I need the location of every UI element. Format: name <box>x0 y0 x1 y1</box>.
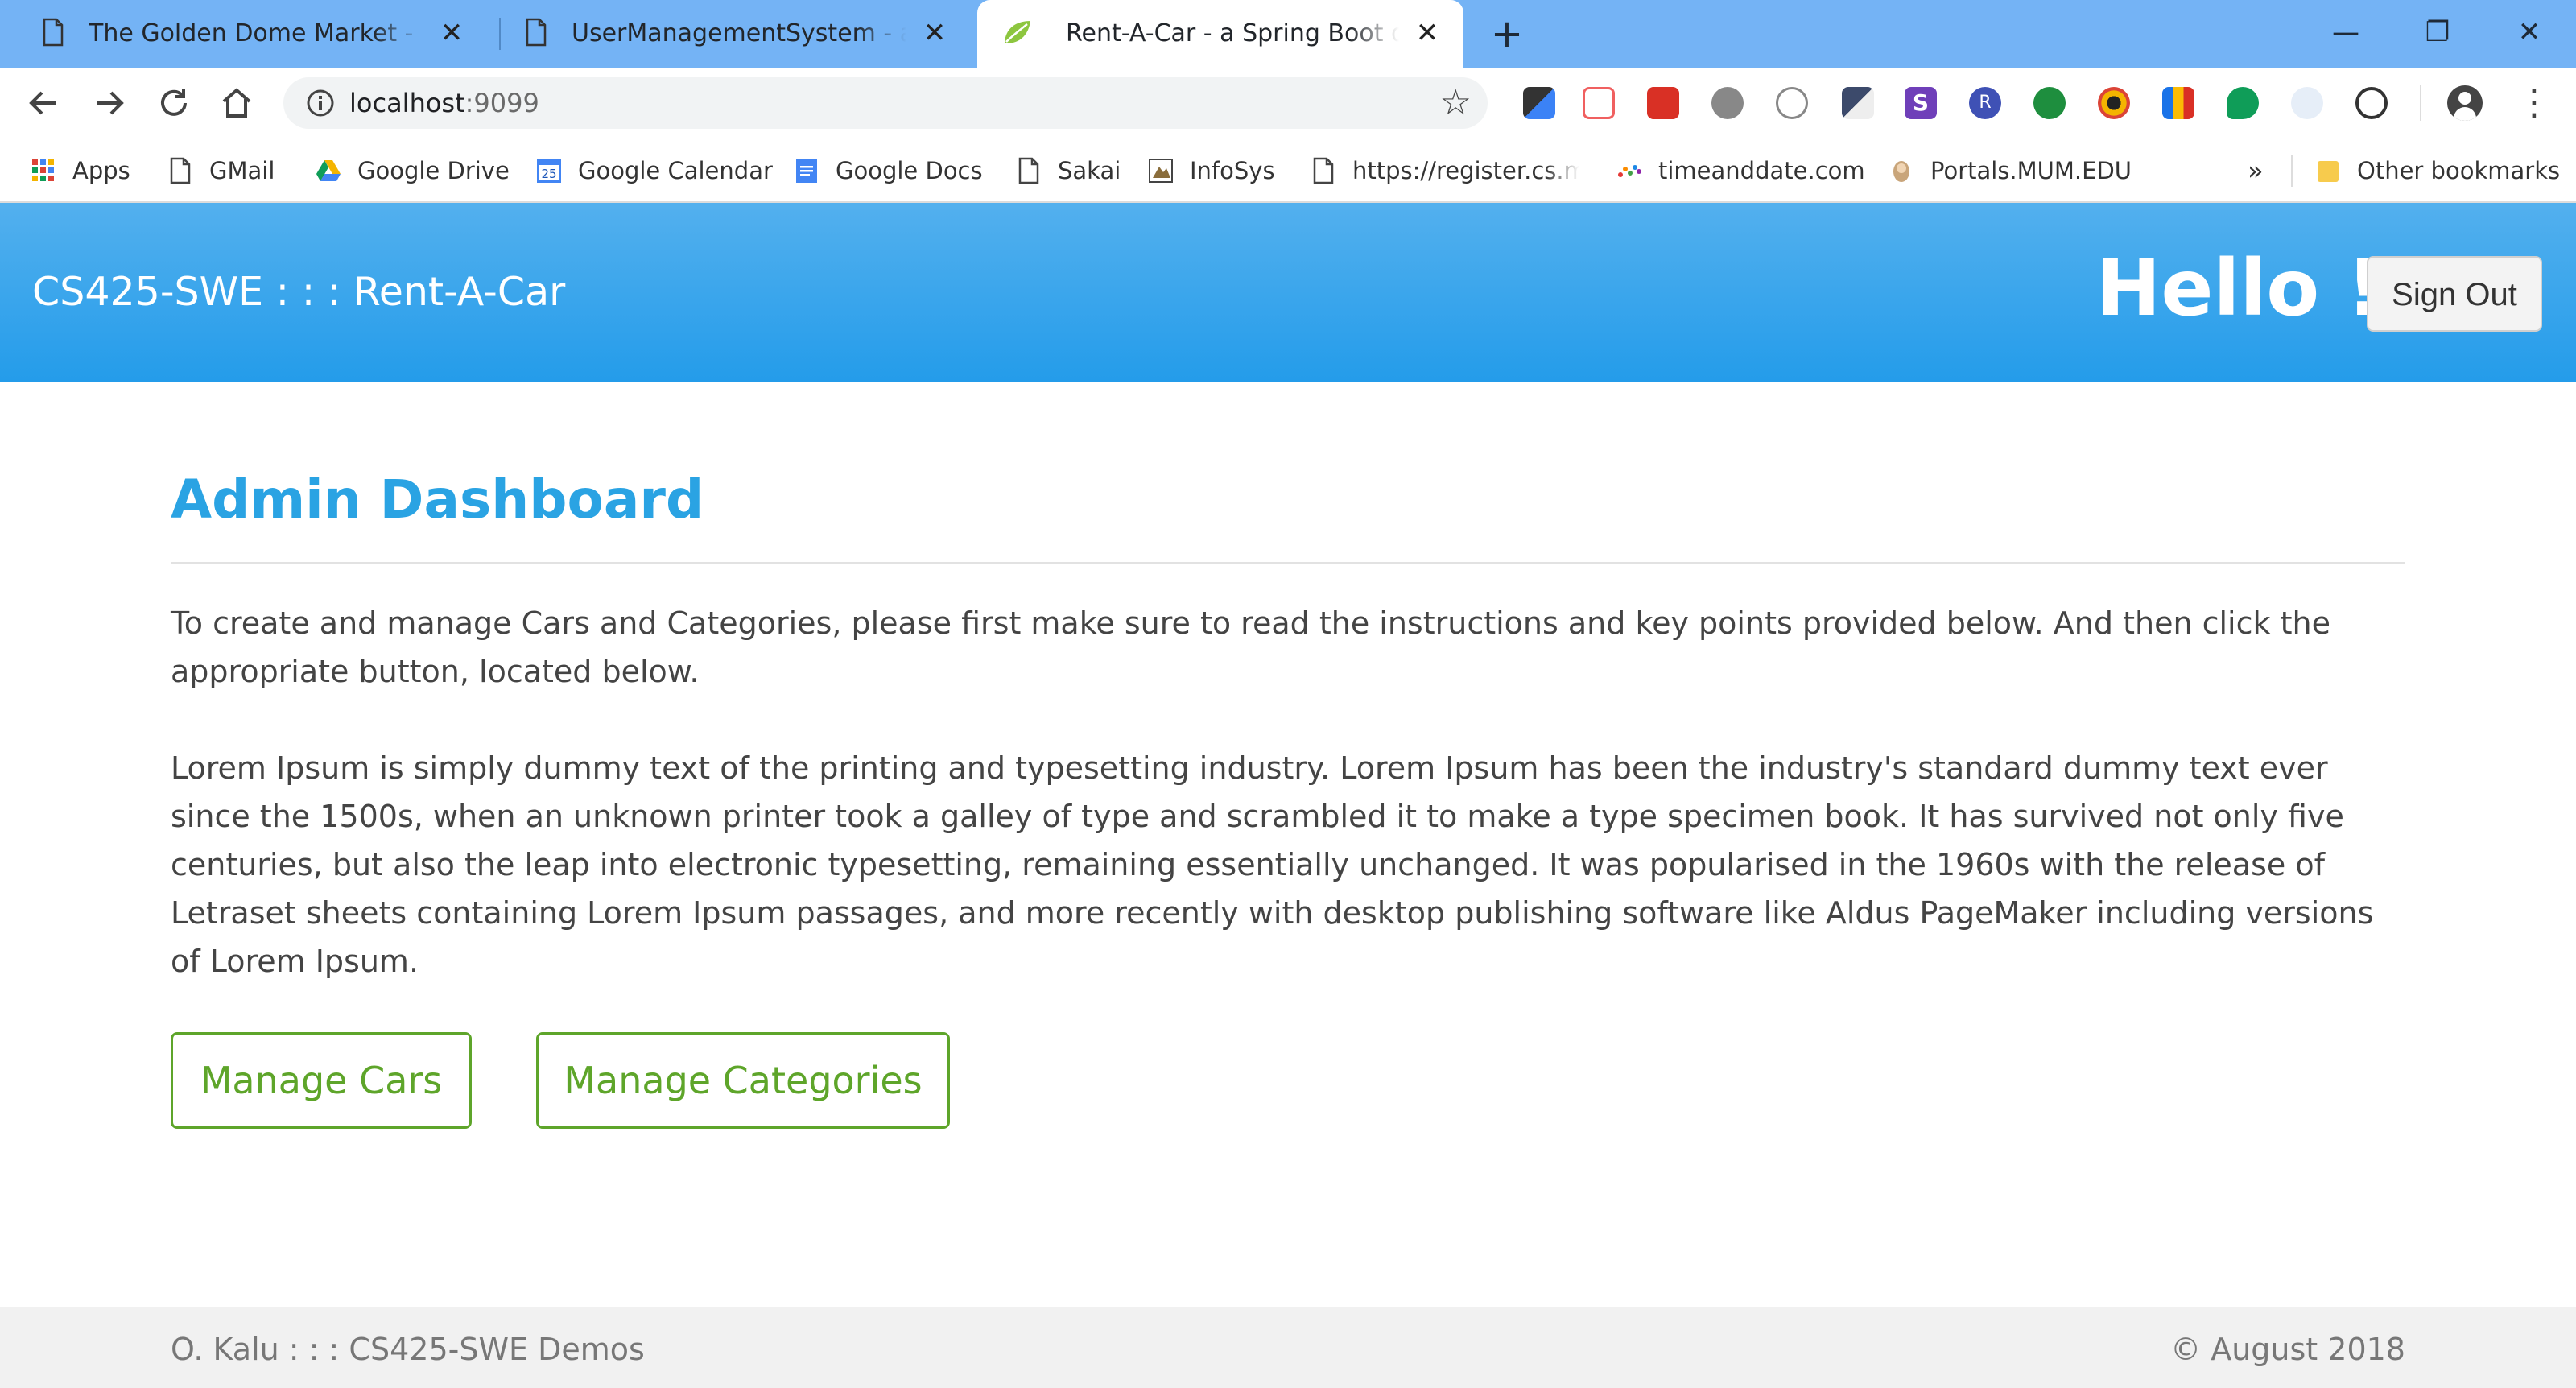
tab-title: UserManagementSystem - a cust <box>572 19 906 48</box>
arrow-extension-icon[interactable] <box>1583 87 1615 119</box>
portal-icon <box>1893 161 1909 182</box>
bookmark-gmail[interactable]: GMail <box>167 153 275 188</box>
tab-rent-a-car[interactable]: Rent-A-Car - a Spring Boot demo ✕ <box>977 0 1463 68</box>
bookmarks-divider <box>2291 155 2293 187</box>
search-green-extension-icon[interactable] <box>2033 87 2066 119</box>
toolbar-divider <box>2420 85 2421 121</box>
address-bar[interactable]: localhost:9099 ☆ <box>283 77 1488 129</box>
svg-text:25: 25 <box>541 167 556 181</box>
chat-extension-icon[interactable] <box>2227 87 2259 119</box>
bookmark-label: Sakai <box>1058 157 1121 184</box>
bookmark-timeanddate[interactable]: timeanddate.com <box>1616 153 1865 188</box>
page-icon <box>1313 157 1334 184</box>
gear-extension-icon[interactable] <box>1711 87 1744 119</box>
bookmark-label: https://register.cs.mu <box>1352 157 1579 184</box>
flag-extension-icon[interactable] <box>2162 87 2194 119</box>
bookmark-label: Other bookmarks <box>2357 157 2561 184</box>
color-picker-extension-icon[interactable] <box>2098 87 2130 119</box>
greeting: Hello ! <box>2096 243 2382 333</box>
infosys-icon <box>1149 159 1173 183</box>
bookmark-register[interactable]: https://register.cs.mu <box>1311 153 1579 188</box>
close-icon[interactable]: ✕ <box>921 19 948 47</box>
page-icon <box>43 18 64 47</box>
title-divider <box>171 562 2405 564</box>
timeanddate-icon <box>1618 165 1641 177</box>
page-title: Admin Dashboard <box>171 469 704 531</box>
new-tab-button[interactable]: + <box>1486 13 1528 55</box>
s-extension-icon[interactable]: S <box>1905 87 1937 119</box>
bookmark-label: GMail <box>209 157 275 184</box>
eyedropper-extension-icon[interactable] <box>1523 87 1555 119</box>
bookmark-google-calendar[interactable]: 25 Google Calendar <box>536 153 773 188</box>
tab-title: The Golden Dome Market - SRM <box>89 19 423 48</box>
bookmark-label: Google Calendar <box>578 157 773 184</box>
json-extension-icon[interactable] <box>1776 87 1808 119</box>
bookmark-infosys[interactable]: InfoSys <box>1148 153 1275 188</box>
lorem-text: Lorem Ipsum is simply dummy text of the … <box>171 750 2374 979</box>
bookmark-label: Apps <box>72 157 130 184</box>
sign-out-button[interactable]: Sign Out <box>2367 256 2542 332</box>
footer-copyright: © August 2018 <box>2170 1332 2405 1367</box>
app-navbar: CS425-SWE : : : Rent-A-Car Hello ! Sign … <box>0 203 2576 382</box>
bookmark-google-drive[interactable]: Google Drive <box>316 153 510 188</box>
profile-avatar-icon[interactable] <box>2447 85 2483 121</box>
bookmarks-overflow-button[interactable]: » <box>2248 153 2264 188</box>
snowflake-extension-icon[interactable] <box>2291 87 2323 119</box>
restore-button[interactable]: ❐ <box>2413 11 2462 53</box>
url-text[interactable]: localhost:9099 <box>349 85 539 121</box>
tab-strip: The Golden Dome Market - SRM ✕ UserManag… <box>0 0 2576 68</box>
bookmark-label: timeanddate.com <box>1658 157 1865 184</box>
tab-golden-dome[interactable]: The Golden Dome Market - SRM ✕ <box>0 0 488 68</box>
brand-link[interactable]: CS425-SWE : : : Rent-A-Car <box>32 269 565 315</box>
bookmarks-bar: Apps GMail Google Drive 25 Google Calend… <box>0 138 2576 203</box>
other-bookmarks-folder[interactable]: Other bookmarks <box>2315 153 2560 188</box>
picker-extension-icon[interactable] <box>1842 87 1874 119</box>
manage-categories-button[interactable]: Manage Categories <box>536 1032 950 1129</box>
url-host: localhost <box>349 88 465 118</box>
bookmark-label: Google Docs <box>836 157 983 184</box>
bookmark-label: Portals.MUM.EDU <box>1930 157 2132 184</box>
tab-title: Rent-A-Car - a Spring Boot demo <box>1066 19 1399 48</box>
browser-toolbar: localhost:9099 ☆ S R ⋮ <box>0 68 2576 138</box>
home-icon <box>222 88 251 118</box>
apps-grid-icon <box>32 159 54 181</box>
spring-leaf-icon <box>1005 21 1030 43</box>
page-icon <box>170 157 191 184</box>
forward-button[interactable] <box>90 84 129 122</box>
intro-text: To create and manage Cars and Categories… <box>171 605 2330 689</box>
google-docs-icon <box>796 159 817 183</box>
back-arrow-icon <box>29 91 56 115</box>
bookmark-label: InfoSys <box>1190 157 1275 184</box>
folder-icon <box>2318 161 2339 182</box>
browser-menu-icon[interactable]: ⋮ <box>2516 82 2552 124</box>
forward-arrow-icon <box>97 91 124 115</box>
google-calendar-icon: 25 <box>537 159 561 183</box>
window-close-button[interactable]: ✕ <box>2505 11 2553 53</box>
minimize-button[interactable]: — <box>2322 11 2370 53</box>
home-button[interactable] <box>217 84 256 122</box>
sync-extension-icon[interactable] <box>2355 87 2388 119</box>
reload-button[interactable] <box>155 84 193 122</box>
bookmark-sakai[interactable]: Sakai <box>1016 153 1121 188</box>
back-button[interactable] <box>24 84 63 122</box>
bookmark-red-extension-icon[interactable] <box>1647 87 1679 119</box>
r-extension-icon[interactable]: R <box>1969 87 2001 119</box>
info-icon[interactable] <box>306 89 335 118</box>
bookmark-label: Google Drive <box>357 157 510 184</box>
tab-user-management[interactable]: UserManagementSystem - a cust ✕ <box>483 0 971 68</box>
footer-credit: O. Kalu : : : CS425-SWE Demos <box>171 1332 645 1367</box>
reload-icon <box>161 89 187 116</box>
bookmark-apps[interactable]: Apps <box>31 153 130 188</box>
google-drive-icon <box>316 160 341 181</box>
manage-cars-button[interactable]: Manage Cars <box>171 1032 472 1129</box>
close-icon[interactable]: ✕ <box>1414 19 1441 47</box>
bookmark-google-docs[interactable]: Google Docs <box>794 153 983 188</box>
page-footer: O. Kalu : : : CS425-SWE Demos © August 2… <box>0 1307 2576 1388</box>
bookmark-portals[interactable]: Portals.MUM.EDU <box>1889 153 2132 188</box>
bookmark-star-icon[interactable]: ☆ <box>1440 84 1472 122</box>
page-icon <box>1018 157 1039 184</box>
page-icon <box>526 18 547 47</box>
url-port: :9099 <box>464 88 539 118</box>
close-icon[interactable]: ✕ <box>438 19 465 47</box>
